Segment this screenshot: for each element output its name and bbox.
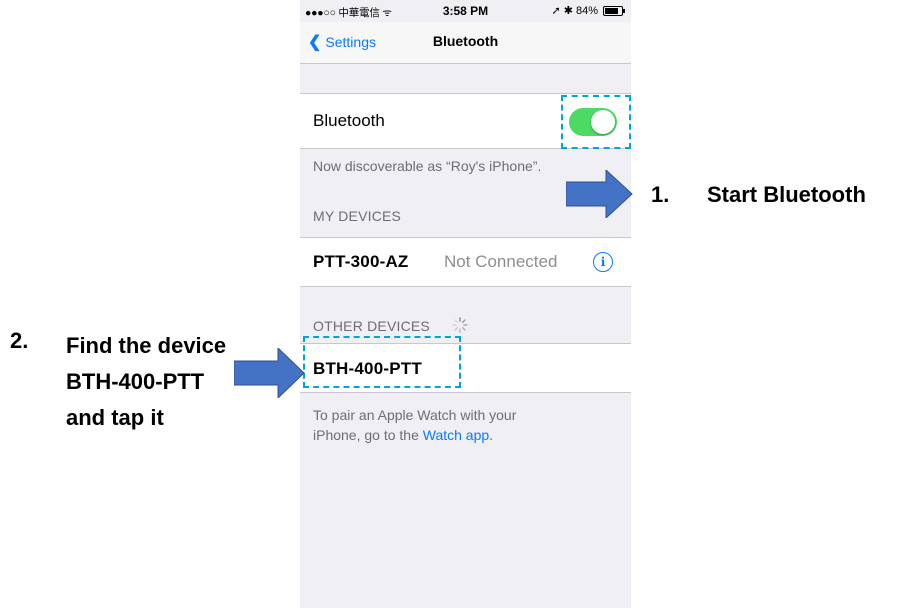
step1-number: 1. bbox=[651, 182, 670, 207]
arrow-right-icon bbox=[234, 348, 305, 398]
status-right: ➚ ✱ 84% bbox=[551, 4, 625, 17]
step2-line1: Find the device bbox=[66, 333, 227, 358]
device-name: BTH-400-PTT bbox=[313, 359, 422, 378]
step2-line2: BTH-400-PTT bbox=[66, 369, 205, 394]
toggle-knob bbox=[591, 110, 615, 134]
bluetooth-cell: Bluetooth bbox=[300, 93, 631, 149]
bluetooth-label: Bluetooth bbox=[313, 111, 385, 130]
step2-number: 2. bbox=[10, 328, 29, 353]
watch-footer: To pair an Apple Watch with your iPhone,… bbox=[313, 405, 516, 445]
device-status: Not Connected bbox=[444, 252, 558, 271]
status-bar: ●●●○○ 中華電信 ᯤ 3:58 PM ➚ ✱ 84% bbox=[300, 0, 631, 22]
device-name: PTT-300-AZ bbox=[313, 252, 409, 271]
battery-icon bbox=[603, 5, 625, 16]
step1-text: Start Bluetooth bbox=[707, 182, 866, 207]
watch-footer-prefix: iPhone, go to the bbox=[313, 427, 423, 443]
page-title: Bluetooth bbox=[432, 33, 499, 49]
arrow-right-icon bbox=[566, 170, 633, 218]
watch-app-link[interactable]: Watch app bbox=[423, 427, 489, 443]
info-icon[interactable]: i bbox=[593, 252, 613, 272]
step2-text: Find the device BTH-400-PTT and tap it bbox=[66, 328, 226, 436]
other-devices-header: OTHER DEVICES bbox=[313, 318, 430, 334]
discoverable-text: Now discoverable as “Roy's iPhone”. bbox=[313, 158, 542, 174]
watch-footer-line1: To pair an Apple Watch with your bbox=[313, 407, 517, 423]
watch-footer-line2: iPhone, go to the Watch app. bbox=[313, 425, 516, 445]
bluetooth-toggle[interactable] bbox=[569, 108, 617, 136]
spinner-icon bbox=[452, 317, 468, 333]
my-devices-header: MY DEVICES bbox=[313, 208, 402, 224]
phone-screen: ●●●○○ 中華電信 ᯤ 3:58 PM ➚ ✱ 84% ❮ Settings … bbox=[300, 0, 631, 608]
device-row-bth-400-ptt[interactable]: BTH-400-PTT bbox=[300, 343, 631, 393]
status-indicators: ➚ ✱ 84% bbox=[551, 5, 598, 17]
device-row-ptt-300-az[interactable]: PTT-300-AZ Not Connected i bbox=[300, 237, 631, 287]
step2-line3: and tap it bbox=[66, 405, 164, 430]
nav-bar: ❮ Settings Bluetooth bbox=[300, 22, 631, 64]
watch-footer-suffix: . bbox=[489, 427, 494, 443]
